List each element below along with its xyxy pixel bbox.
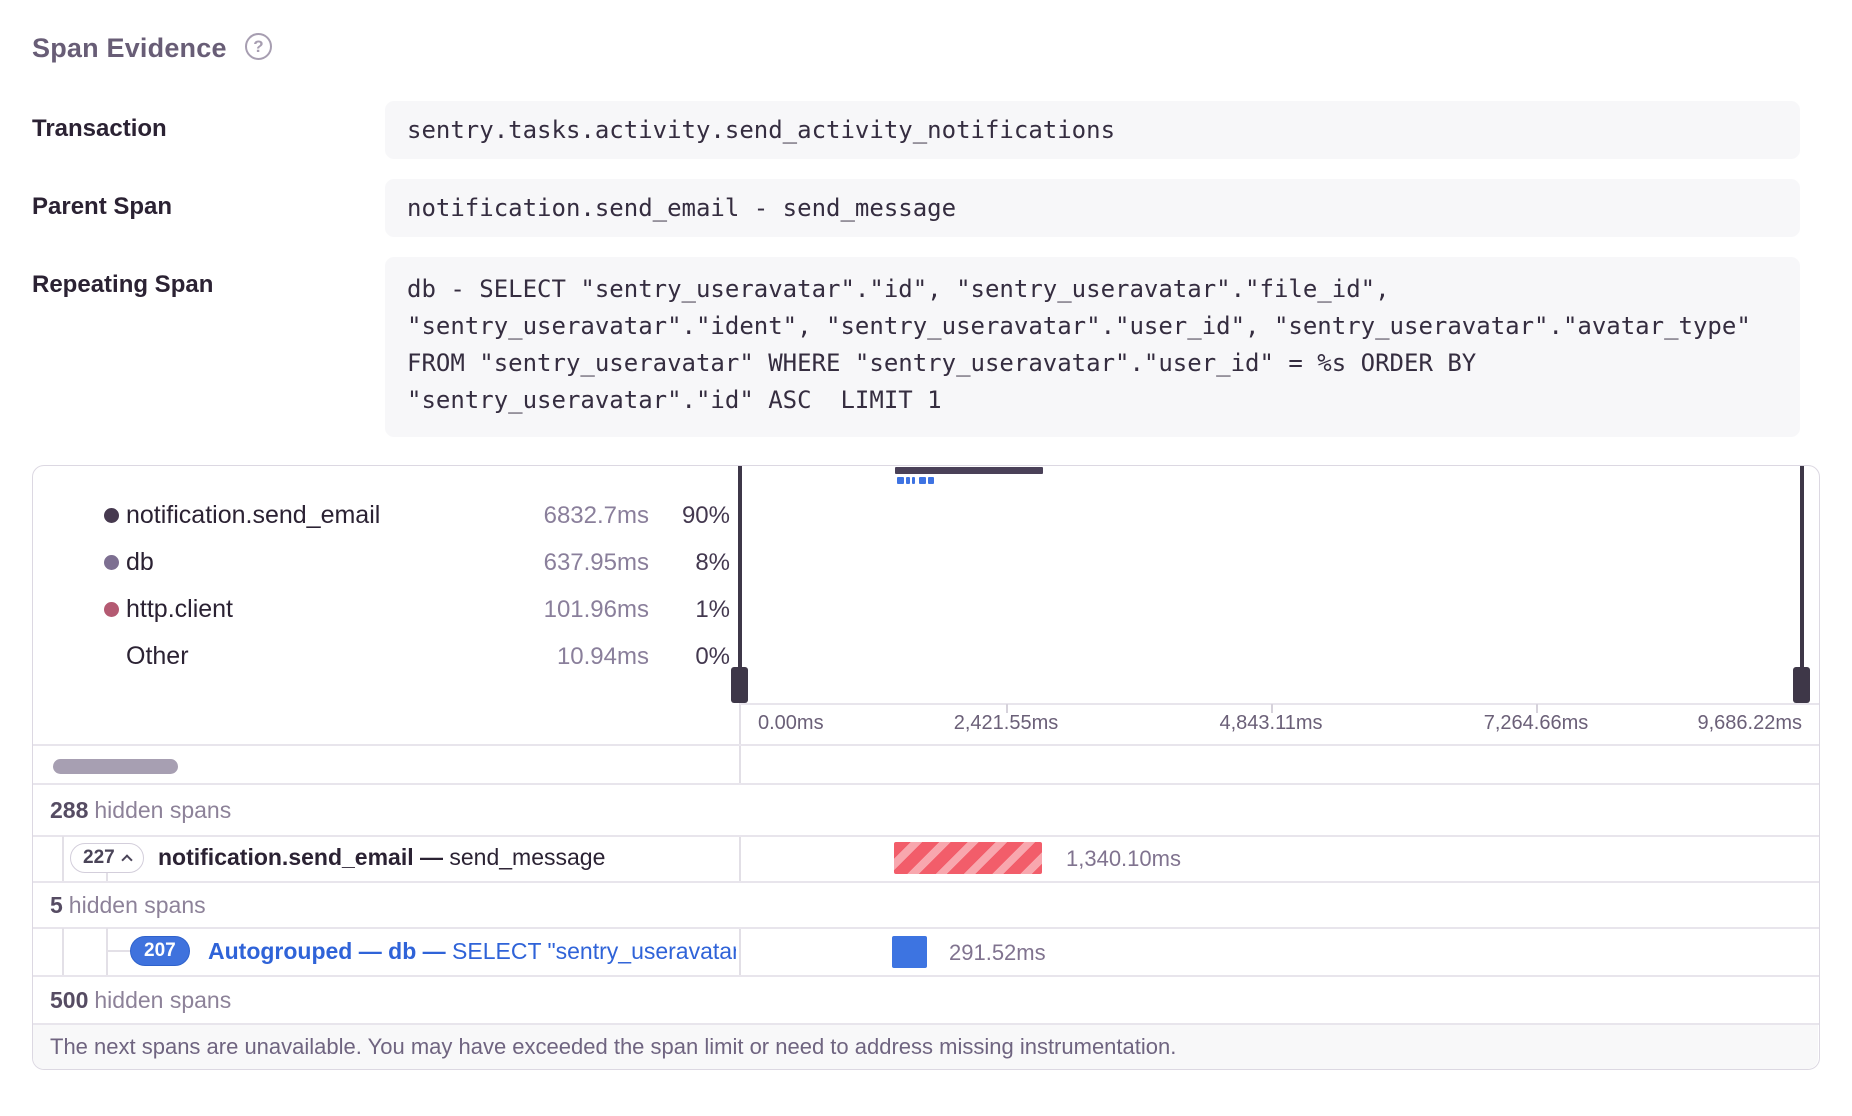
span-op: db xyxy=(388,938,416,964)
separator: — xyxy=(359,938,382,964)
axis-label: 9,686.22ms xyxy=(1602,712,1802,735)
op-duration: 101.96ms xyxy=(412,596,649,624)
row-border xyxy=(33,927,1819,929)
axis-label: 4,843.11ms xyxy=(1171,712,1371,735)
op-name: notification.send_email xyxy=(126,501,380,530)
minimap-parent-span-bar xyxy=(895,467,1043,474)
viewport-right-line xyxy=(1800,466,1804,668)
separator: — xyxy=(423,938,446,964)
op-color-dot xyxy=(104,555,119,570)
tree-connector xyxy=(106,950,130,952)
hidden-spans-count: 500 xyxy=(50,987,88,1013)
help-icon[interactable]: ? xyxy=(245,33,272,60)
op-color-dot xyxy=(104,602,119,617)
span-duration-bar[interactable] xyxy=(892,936,927,968)
horizontal-scrollbar-thumb[interactable] xyxy=(53,759,178,774)
tree-indent-guide xyxy=(106,928,108,975)
hidden-spans-row: 5hidden spans xyxy=(50,892,206,919)
minimap-db-span-tick xyxy=(897,477,904,484)
hidden-spans-row: 288hidden spans xyxy=(50,797,231,824)
legend-row: Other 10.94ms 0% xyxy=(32,640,732,672)
span-duration-label: 1,340.10ms xyxy=(1066,846,1181,872)
axis-label: 2,421.55ms xyxy=(906,712,1106,735)
row-border xyxy=(33,744,1819,746)
autogroup-count: 207 xyxy=(144,940,176,962)
op-percent: 90% xyxy=(662,502,730,530)
autogroup-badge[interactable]: 207 xyxy=(130,936,190,966)
hidden-spans-row: 500hidden spans xyxy=(50,987,231,1014)
op-percent: 1% xyxy=(662,596,730,624)
parent-span-label: Parent Span xyxy=(32,193,172,221)
page-title: Span Evidence xyxy=(32,33,227,64)
autogroup-row-title[interactable]: Autogrouped — db — SELECT "sentry_userav… xyxy=(208,938,736,965)
op-percent: 8% xyxy=(662,549,730,577)
repeating-span-label: Repeating Span xyxy=(32,271,213,299)
axis-label: 0.00ms xyxy=(758,712,824,735)
legend-row: notification.send_email 6832.7ms 90% xyxy=(32,499,732,531)
span-description: SELECT "sentry_useravatar"."id", xyxy=(452,938,736,964)
transaction-label: Transaction xyxy=(32,115,167,143)
span-group-badge[interactable]: 227 xyxy=(70,843,144,873)
op-percent: 0% xyxy=(662,643,730,671)
column-divider xyxy=(739,836,741,881)
op-duration: 6832.7ms xyxy=(412,502,649,530)
legend-row: http.client 101.96ms 1% xyxy=(32,593,732,625)
span-duration-label: 291.52ms xyxy=(949,940,1046,966)
viewport-left-handle[interactable] xyxy=(731,667,748,703)
autogroup-label: Autogrouped xyxy=(208,938,352,964)
row-border xyxy=(33,881,1819,883)
transaction-value: sentry.tasks.activity.send_activity_noti… xyxy=(385,101,1800,159)
span-limit-warning: The next spans are unavailable. You may … xyxy=(33,1025,1818,1069)
hidden-spans-label: hidden spans xyxy=(94,987,231,1013)
chevron-up-icon xyxy=(121,854,132,865)
op-name: db xyxy=(126,548,154,577)
span-row-title: notification.send_email — send_message xyxy=(158,844,605,871)
hidden-spans-label: hidden spans xyxy=(94,797,231,823)
row-border xyxy=(33,835,1819,837)
repeating-span-value: db - SELECT "sentry_useravatar"."id", "s… xyxy=(385,257,1800,437)
viewport-right-handle[interactable] xyxy=(1793,667,1810,703)
column-divider xyxy=(739,928,741,975)
op-name: Other xyxy=(126,642,189,671)
tree-connector xyxy=(106,872,108,881)
span-op: notification.send_email xyxy=(158,844,414,870)
op-name: http.client xyxy=(126,595,233,624)
minimap-db-span-tick xyxy=(919,477,926,484)
viewport-left-line xyxy=(738,466,742,668)
separator: — xyxy=(420,844,443,870)
hidden-spans-label: hidden spans xyxy=(69,892,206,918)
span-evidence-page: Span Evidence ? Transaction sentry.tasks… xyxy=(0,0,1852,1116)
minimap-db-span-tick xyxy=(912,477,915,484)
minimap-db-span-tick xyxy=(906,477,910,484)
axis-top-border xyxy=(740,703,1819,705)
op-duration: 637.95ms xyxy=(412,549,649,577)
parent-span-value: notification.send_email - send_message xyxy=(385,179,1800,237)
span-group-count: 227 xyxy=(83,847,115,869)
tree-indent-guide xyxy=(62,928,64,975)
hidden-spans-count: 288 xyxy=(50,797,88,823)
legend-row: db 637.95ms 8% xyxy=(32,546,732,578)
span-duration-bar-striped[interactable] xyxy=(894,842,1042,874)
row-border xyxy=(33,975,1819,977)
hidden-spans-count: 5 xyxy=(50,892,63,918)
tree-indent-guide xyxy=(62,836,64,881)
minimap-db-span-tick xyxy=(928,477,934,484)
op-color-dot xyxy=(104,508,119,523)
op-duration: 10.94ms xyxy=(412,643,649,671)
row-border xyxy=(33,783,1819,785)
question-mark-glyph: ? xyxy=(253,37,263,57)
span-description: send_message xyxy=(449,844,605,870)
